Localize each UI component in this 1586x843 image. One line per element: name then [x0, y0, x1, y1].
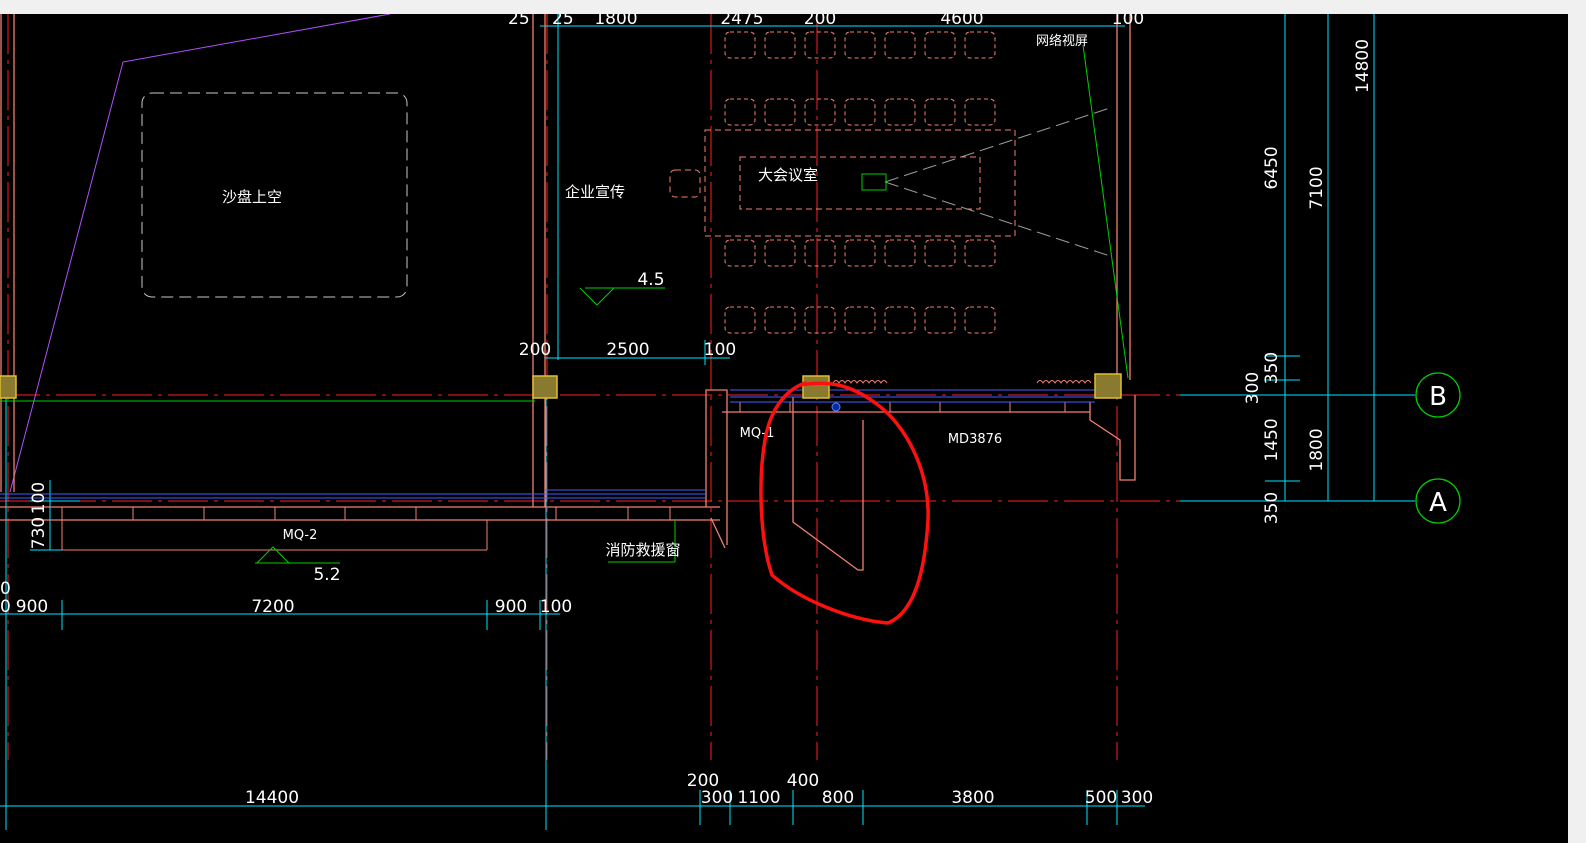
structural-columns [0, 373, 1122, 399]
dim-left-1: 100 [29, 482, 49, 514]
dim-right-3: 300 [1243, 372, 1263, 404]
chair [724, 31, 756, 59]
dim-bottom-4: 1100 [737, 788, 780, 808]
label-big-meeting-room: 大会议室 [758, 166, 818, 184]
dim-bottom-7: 3800 [951, 788, 994, 808]
dim-mid-1: 200 [519, 340, 551, 360]
dim-bottom-9: 300 [1121, 788, 1153, 808]
dim-bottom-3: 300 [701, 788, 733, 808]
dim-top-6: 4600 [940, 14, 983, 29]
axis-lines [0, 14, 1415, 760]
dim-lower-2: 900 [16, 597, 48, 617]
chair [884, 98, 916, 126]
chair [724, 98, 756, 126]
axis-label-b: B [1429, 382, 1447, 412]
dim-right-7: 1800 [1307, 428, 1327, 471]
label-door-mq2: MQ-2 [283, 528, 318, 543]
dim-top-7: 100 [1112, 14, 1144, 29]
dim-top-1: 25 [508, 14, 530, 29]
dim-right-1: 6450 [1262, 146, 1282, 189]
dimension-lines [0, 14, 1415, 830]
dim-right-4: 1450 [1262, 418, 1282, 461]
chair [764, 31, 796, 59]
dim-mid-2: 2500 [606, 340, 649, 360]
dim-top-4: 2475 [720, 14, 763, 29]
chair [804, 31, 836, 59]
annotation-lines [0, 44, 1129, 564]
chair [924, 98, 956, 126]
chair [764, 306, 796, 334]
dim-left-2: 730 [29, 517, 49, 549]
column-node-marker [831, 402, 841, 412]
chair [884, 306, 916, 334]
elevation-lower: 5.2 [313, 565, 340, 585]
chair [804, 239, 836, 267]
chair [964, 306, 996, 334]
chair [724, 239, 756, 267]
chair [844, 239, 876, 267]
dim-right-6: 7100 [1307, 166, 1327, 209]
vertical-scrollbar[interactable] [1568, 14, 1586, 843]
dim-lower-5: 100 [540, 597, 572, 617]
dim-bottom-8: 500 [1085, 788, 1117, 808]
chair [804, 98, 836, 126]
dim-lower-1: 0 [0, 597, 11, 617]
chair [844, 31, 876, 59]
conference-table [669, 129, 1016, 237]
label-fire-rescue-window: 消防救援窗 [605, 541, 680, 559]
dim-top-5: 200 [804, 14, 836, 29]
chair [724, 306, 756, 334]
chair [964, 98, 996, 126]
dim-top-2: 25 [552, 14, 574, 29]
dim-mid-3: 100 [704, 340, 736, 360]
chair [844, 98, 876, 126]
chair [884, 31, 916, 59]
chair [844, 306, 876, 334]
chair [884, 239, 916, 267]
dim-bottom-1: 14400 [245, 788, 299, 808]
dim-top-3: 1800 [594, 14, 637, 29]
chair [924, 31, 956, 59]
dim-right-8: 14800 [1353, 39, 1373, 93]
dim-lower-0: 0 [0, 579, 11, 599]
window-top-bar [0, 0, 1586, 14]
label-sand-table-void: 沙盘上空 [222, 188, 282, 206]
chair [964, 31, 996, 59]
chair [804, 306, 836, 334]
dim-right-5: 350 [1262, 492, 1282, 524]
axis-label-a: A [1429, 488, 1447, 518]
dim-bottom-5: 400 [787, 771, 819, 791]
elevation-upper: 4.5 [637, 270, 664, 290]
chair [964, 239, 996, 267]
label-network-video: 网络视屏 [1036, 33, 1088, 49]
curtain-wall-mullions [61, 402, 1066, 551]
chair [764, 98, 796, 126]
chair [924, 239, 956, 267]
dim-bottom-6: 800 [822, 788, 854, 808]
dim-lower-4: 900 [495, 597, 527, 617]
label-corporate-promo: 企业宣传 [565, 183, 625, 201]
walls [0, 14, 1136, 571]
dim-lower-3: 7200 [251, 597, 294, 617]
chair [764, 239, 796, 267]
dim-right-2: 350 [1262, 352, 1282, 384]
label-door-md3876: MD3876 [948, 432, 1002, 447]
chair [924, 306, 956, 334]
curtain-symbols [832, 380, 1092, 384]
sand-table-void-outline [9, 14, 391, 493]
cad-drawing-canvas[interactable]: B A 沙盘上空 企业宣传 大会议室 网络视屏 消防救援窗 MQ-1 MQ-2 … [0, 14, 1568, 843]
projector-icon [861, 173, 887, 191]
red-markup-circle [759, 381, 930, 625]
